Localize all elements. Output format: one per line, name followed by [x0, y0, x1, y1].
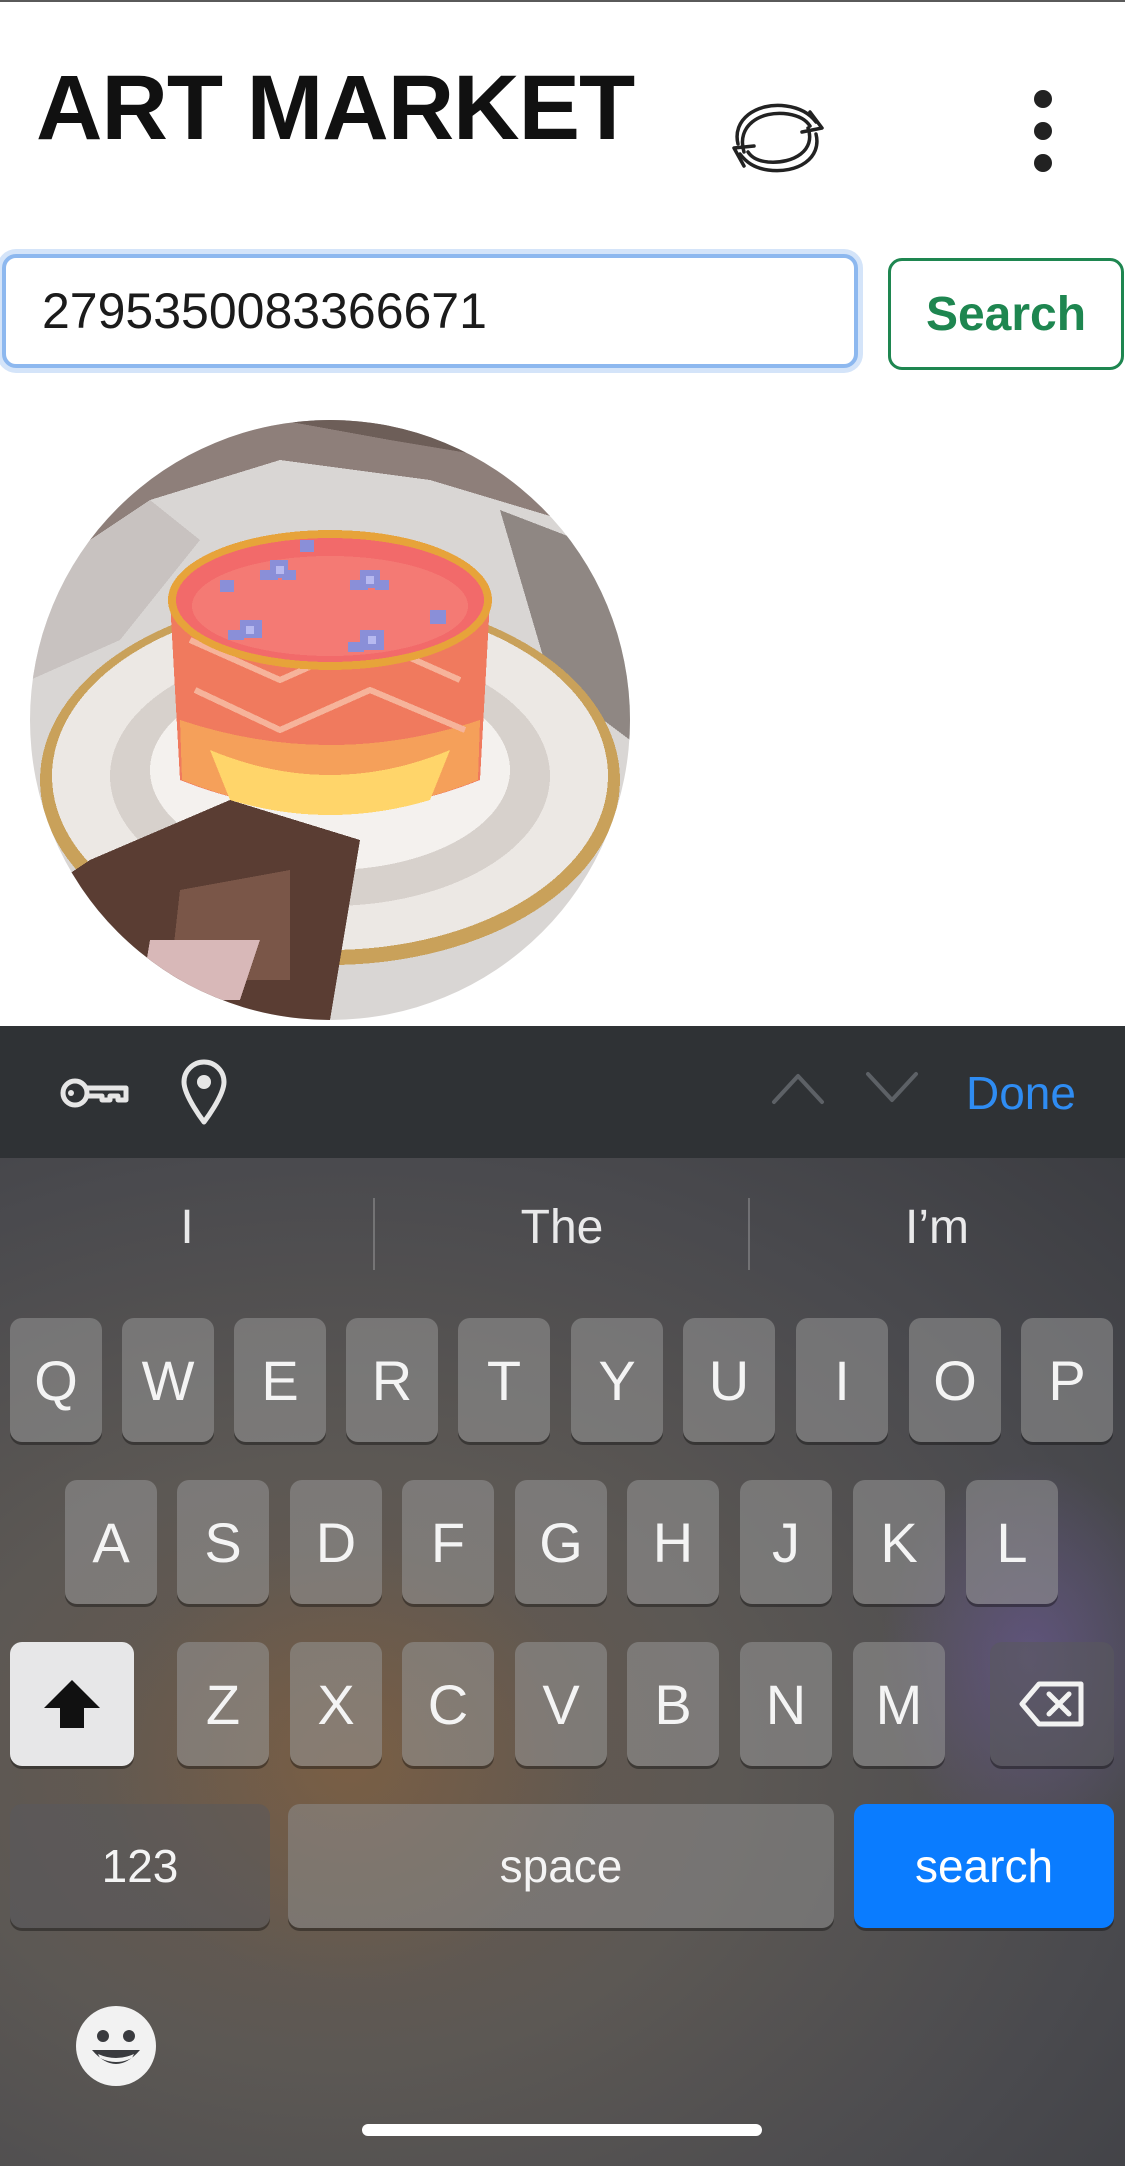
key-y[interactable]: Y — [571, 1318, 663, 1442]
key-b[interactable]: B — [627, 1642, 719, 1766]
chevron-up-icon[interactable] — [770, 1070, 826, 1106]
key-r[interactable]: R — [346, 1318, 438, 1442]
keyboard-search-key[interactable]: search — [854, 1804, 1114, 1928]
key-q[interactable]: Q — [10, 1318, 102, 1442]
numbers-key[interactable]: 123 — [10, 1804, 270, 1928]
key-a[interactable]: A — [65, 1480, 157, 1604]
suggestion-2[interactable]: The — [375, 1200, 749, 1255]
location-pin-icon[interactable] — [180, 1058, 228, 1126]
key-l[interactable]: L — [966, 1480, 1058, 1604]
app-screen: ART MARKET Search — [0, 0, 1125, 2166]
key-i[interactable]: I — [796, 1318, 888, 1442]
key-d[interactable]: D — [290, 1480, 382, 1604]
key-h[interactable]: H — [627, 1480, 719, 1604]
key-u[interactable]: U — [683, 1318, 775, 1442]
key-j[interactable]: J — [740, 1480, 832, 1604]
vertical-ellipsis-icon — [1034, 90, 1052, 172]
top-divider — [0, 0, 1125, 2]
delete-key[interactable] — [990, 1642, 1114, 1766]
app-title: ART MARKET — [36, 57, 635, 159]
key-t[interactable]: T — [458, 1318, 550, 1442]
key-o[interactable]: O — [909, 1318, 1001, 1442]
key-v[interactable]: V — [515, 1642, 607, 1766]
home-indicator[interactable] — [362, 2124, 762, 2136]
key-m[interactable]: M — [853, 1642, 945, 1766]
key-n[interactable]: N — [740, 1642, 832, 1766]
space-key[interactable]: space — [288, 1804, 834, 1928]
key-z[interactable]: Z — [177, 1642, 269, 1766]
artwork-pixel-drink — [30, 420, 630, 1020]
backspace-icon — [1019, 1681, 1084, 1727]
emoji-smiley-icon — [76, 2006, 156, 2086]
search-button[interactable]: Search — [888, 258, 1124, 370]
emoji-button[interactable] — [74, 2004, 158, 2088]
key-f[interactable]: F — [402, 1480, 494, 1604]
chevron-down-icon[interactable] — [864, 1070, 920, 1106]
keyboard-accessory-bar — [0, 1026, 1125, 1158]
key-icon[interactable] — [58, 1068, 132, 1118]
key-k[interactable]: K — [853, 1480, 945, 1604]
suggestion-1[interactable]: I — [0, 1200, 374, 1255]
key-w[interactable]: W — [122, 1318, 214, 1442]
key-x[interactable]: X — [290, 1642, 382, 1766]
key-c[interactable]: C — [402, 1642, 494, 1766]
refresh-cycle-icon — [732, 103, 824, 173]
refresh-button[interactable] — [706, 82, 846, 192]
on-screen-keyboard: I The I’m Q W E R T Y U I O P A S D F G … — [0, 1158, 1125, 2166]
key-s[interactable]: S — [177, 1480, 269, 1604]
artwork-image[interactable] — [30, 420, 630, 1020]
key-p[interactable]: P — [1021, 1318, 1113, 1442]
suggestion-3[interactable]: I’m — [750, 1200, 1124, 1255]
shift-arrow-icon — [44, 1680, 100, 1728]
more-menu-button[interactable] — [1018, 88, 1068, 174]
key-e[interactable]: E — [234, 1318, 326, 1442]
key-g[interactable]: G — [515, 1480, 607, 1604]
done-button[interactable]: Done — [966, 1066, 1076, 1120]
search-input[interactable] — [2, 254, 858, 368]
shift-key[interactable] — [10, 1642, 134, 1766]
